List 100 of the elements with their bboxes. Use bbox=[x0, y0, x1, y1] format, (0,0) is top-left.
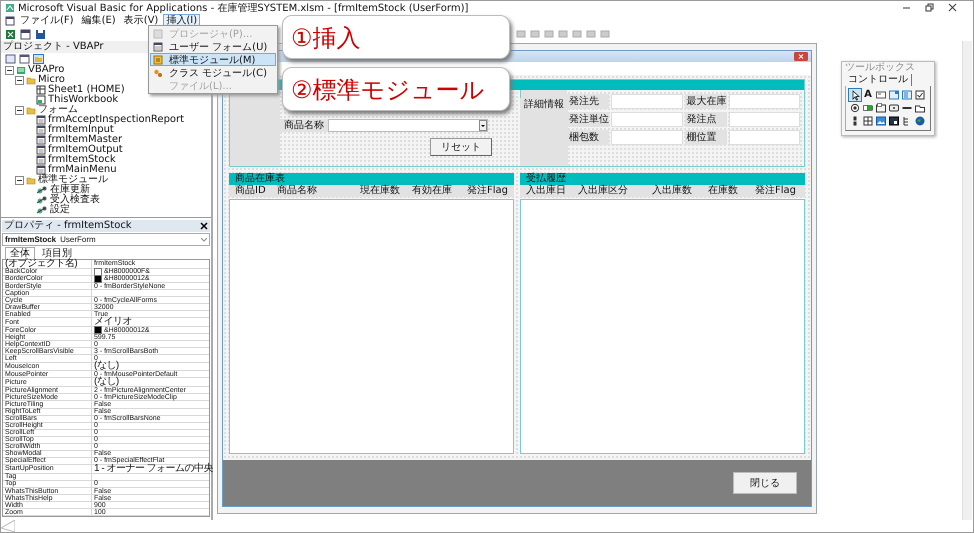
field-label: 商品名称 bbox=[280, 119, 328, 132]
tree-item[interactable]: frmItemInput bbox=[48, 125, 114, 135]
dropdown-icon bbox=[479, 120, 487, 131]
column-header: 商品ID bbox=[235, 185, 267, 197]
button-icon[interactable] bbox=[888, 102, 900, 114]
object-dropdown[interactable]: frmItemStock UserForm bbox=[2, 233, 210, 246]
column-header: 発注Flag bbox=[466, 185, 508, 197]
tree-item[interactable]: VBAPro bbox=[28, 65, 64, 75]
checkbox-icon[interactable] bbox=[914, 89, 926, 101]
folder-icon bbox=[26, 175, 36, 185]
tree-item[interactable]: Micro bbox=[38, 75, 65, 85]
project-icon bbox=[16, 65, 26, 75]
input-field[interactable] bbox=[611, 94, 682, 109]
listbox-icon[interactable] bbox=[901, 89, 913, 101]
form-icon bbox=[36, 165, 46, 175]
pointer-icon[interactable] bbox=[849, 89, 861, 101]
field-label: 発注単位 bbox=[567, 112, 609, 127]
folder-icon bbox=[26, 75, 36, 85]
tree-item[interactable]: frmItemOutput bbox=[48, 145, 123, 155]
tree-item[interactable]: Sheet1 (HOME) bbox=[48, 85, 125, 95]
reset-button[interactable]: リセット bbox=[430, 138, 492, 156]
property-value[interactable]: メイリオ bbox=[94, 317, 132, 328]
folder-icon[interactable] bbox=[33, 54, 44, 64]
column-header: 在庫数 bbox=[707, 185, 738, 197]
globe-icon[interactable] bbox=[914, 115, 926, 127]
menu-item[interactable]: 表示(V) bbox=[120, 14, 162, 27]
procedure-icon bbox=[153, 28, 163, 38]
tree-item[interactable]: frmMainMenu bbox=[48, 165, 117, 175]
dropdown-icon bbox=[201, 238, 207, 242]
close-button[interactable] bbox=[200, 222, 208, 230]
restore-icon[interactable] bbox=[925, 3, 934, 12]
save-icon[interactable] bbox=[35, 28, 46, 40]
vba-icon bbox=[5, 2, 15, 12]
panel-title: プロパティ - frmItemStock bbox=[4, 220, 132, 232]
close-icon[interactable] bbox=[948, 3, 957, 12]
tree-item[interactable]: 在庫更新 bbox=[50, 185, 90, 195]
tree-item[interactable]: 標準モジュール bbox=[38, 175, 108, 185]
refedit-icon[interactable] bbox=[888, 115, 900, 127]
tree-item[interactable]: frmItemStock bbox=[48, 155, 116, 165]
section-label: 詳細情報 bbox=[520, 98, 568, 166]
tree-item[interactable]: frmItemMaster bbox=[48, 135, 122, 145]
column-header: 入出庫日 bbox=[526, 185, 567, 197]
sheet-icon bbox=[36, 85, 46, 95]
property-name: (オブジェクト名) bbox=[5, 258, 78, 269]
tree-item[interactable]: 設定 bbox=[50, 205, 70, 215]
column-header: 商品名称 bbox=[277, 185, 318, 197]
property-value[interactable]: 1 - オーナー フォームの中央 bbox=[94, 464, 214, 474]
callout: ①挿入 bbox=[282, 15, 510, 59]
workbook-icon bbox=[36, 95, 46, 105]
column-header: 発注Flag bbox=[754, 185, 796, 197]
close-icon bbox=[200, 222, 208, 230]
toolbox-title: ツールボックス bbox=[844, 62, 916, 74]
combobox-icon[interactable] bbox=[888, 89, 900, 101]
image-icon[interactable] bbox=[875, 115, 887, 127]
tree-item[interactable]: frmAcceptInspectionReport bbox=[48, 115, 184, 125]
input-field[interactable] bbox=[728, 130, 800, 145]
spin-icon[interactable] bbox=[862, 115, 874, 127]
property-value[interactable]: (なし) bbox=[94, 361, 119, 372]
collapse-icon[interactable] bbox=[15, 176, 24, 184]
column-header: 入出庫数 bbox=[651, 185, 692, 197]
input-field[interactable] bbox=[728, 112, 800, 127]
close-button[interactable]: 閉じる bbox=[733, 472, 797, 494]
input-field[interactable] bbox=[728, 94, 800, 109]
insert-form-icon[interactable] bbox=[20, 28, 31, 40]
label-tool[interactable]: A bbox=[862, 89, 874, 101]
radio-icon[interactable] bbox=[849, 102, 861, 114]
menu-item[interactable]: ファイル(F) bbox=[17, 14, 77, 27]
toggle-icon[interactable] bbox=[862, 102, 874, 114]
callout: ②標準モジュール bbox=[282, 67, 510, 111]
tree-item[interactable]: ThisWorkbook bbox=[48, 95, 118, 105]
field-label: 発注点 bbox=[684, 112, 726, 127]
textbox-icon[interactable] bbox=[875, 89, 887, 101]
tab[interactable]: コントロール bbox=[845, 74, 912, 86]
input-field[interactable] bbox=[611, 130, 682, 145]
view-object-icon[interactable] bbox=[19, 54, 30, 64]
tree-item[interactable]: 受入検査表 bbox=[50, 195, 100, 205]
module-icon bbox=[153, 54, 163, 64]
window-title: Microsoft Visual Basic for Applications - 在庫管理SYSTEM.xlsm - [frmItemStock (UserForm)] bbox=[18, 2, 468, 14]
tab[interactable]: 項目別 bbox=[37, 247, 77, 259]
collapse-icon[interactable] bbox=[15, 76, 24, 84]
class-icon bbox=[153, 68, 163, 78]
collapse-icon[interactable] bbox=[15, 106, 24, 114]
form-icon[interactable] bbox=[5, 16, 15, 26]
form-icon bbox=[36, 115, 46, 125]
menu-item[interactable]: 標準モジュール(M) bbox=[150, 53, 276, 66]
view-code-icon[interactable] bbox=[5, 54, 16, 64]
menu-item[interactable]: 編集(E) bbox=[78, 14, 119, 27]
input-field[interactable] bbox=[611, 112, 682, 127]
property-value[interactable]: (なし) bbox=[94, 377, 119, 388]
excel-icon[interactable] bbox=[5, 28, 16, 40]
form-icon bbox=[36, 155, 46, 165]
frame-icon[interactable] bbox=[875, 102, 887, 114]
folder-icon bbox=[26, 105, 36, 115]
form-icon bbox=[36, 135, 46, 145]
menu-item[interactable]: クラス モジュール(C) bbox=[150, 66, 276, 79]
table-title: 商品在庫表 bbox=[229, 173, 514, 185]
tab[interactable]: 全体 bbox=[5, 247, 35, 259]
collapse-icon[interactable] bbox=[5, 66, 14, 74]
tree-item[interactable]: フォーム bbox=[38, 105, 78, 115]
scrollbar[interactable] bbox=[962, 41, 972, 520]
